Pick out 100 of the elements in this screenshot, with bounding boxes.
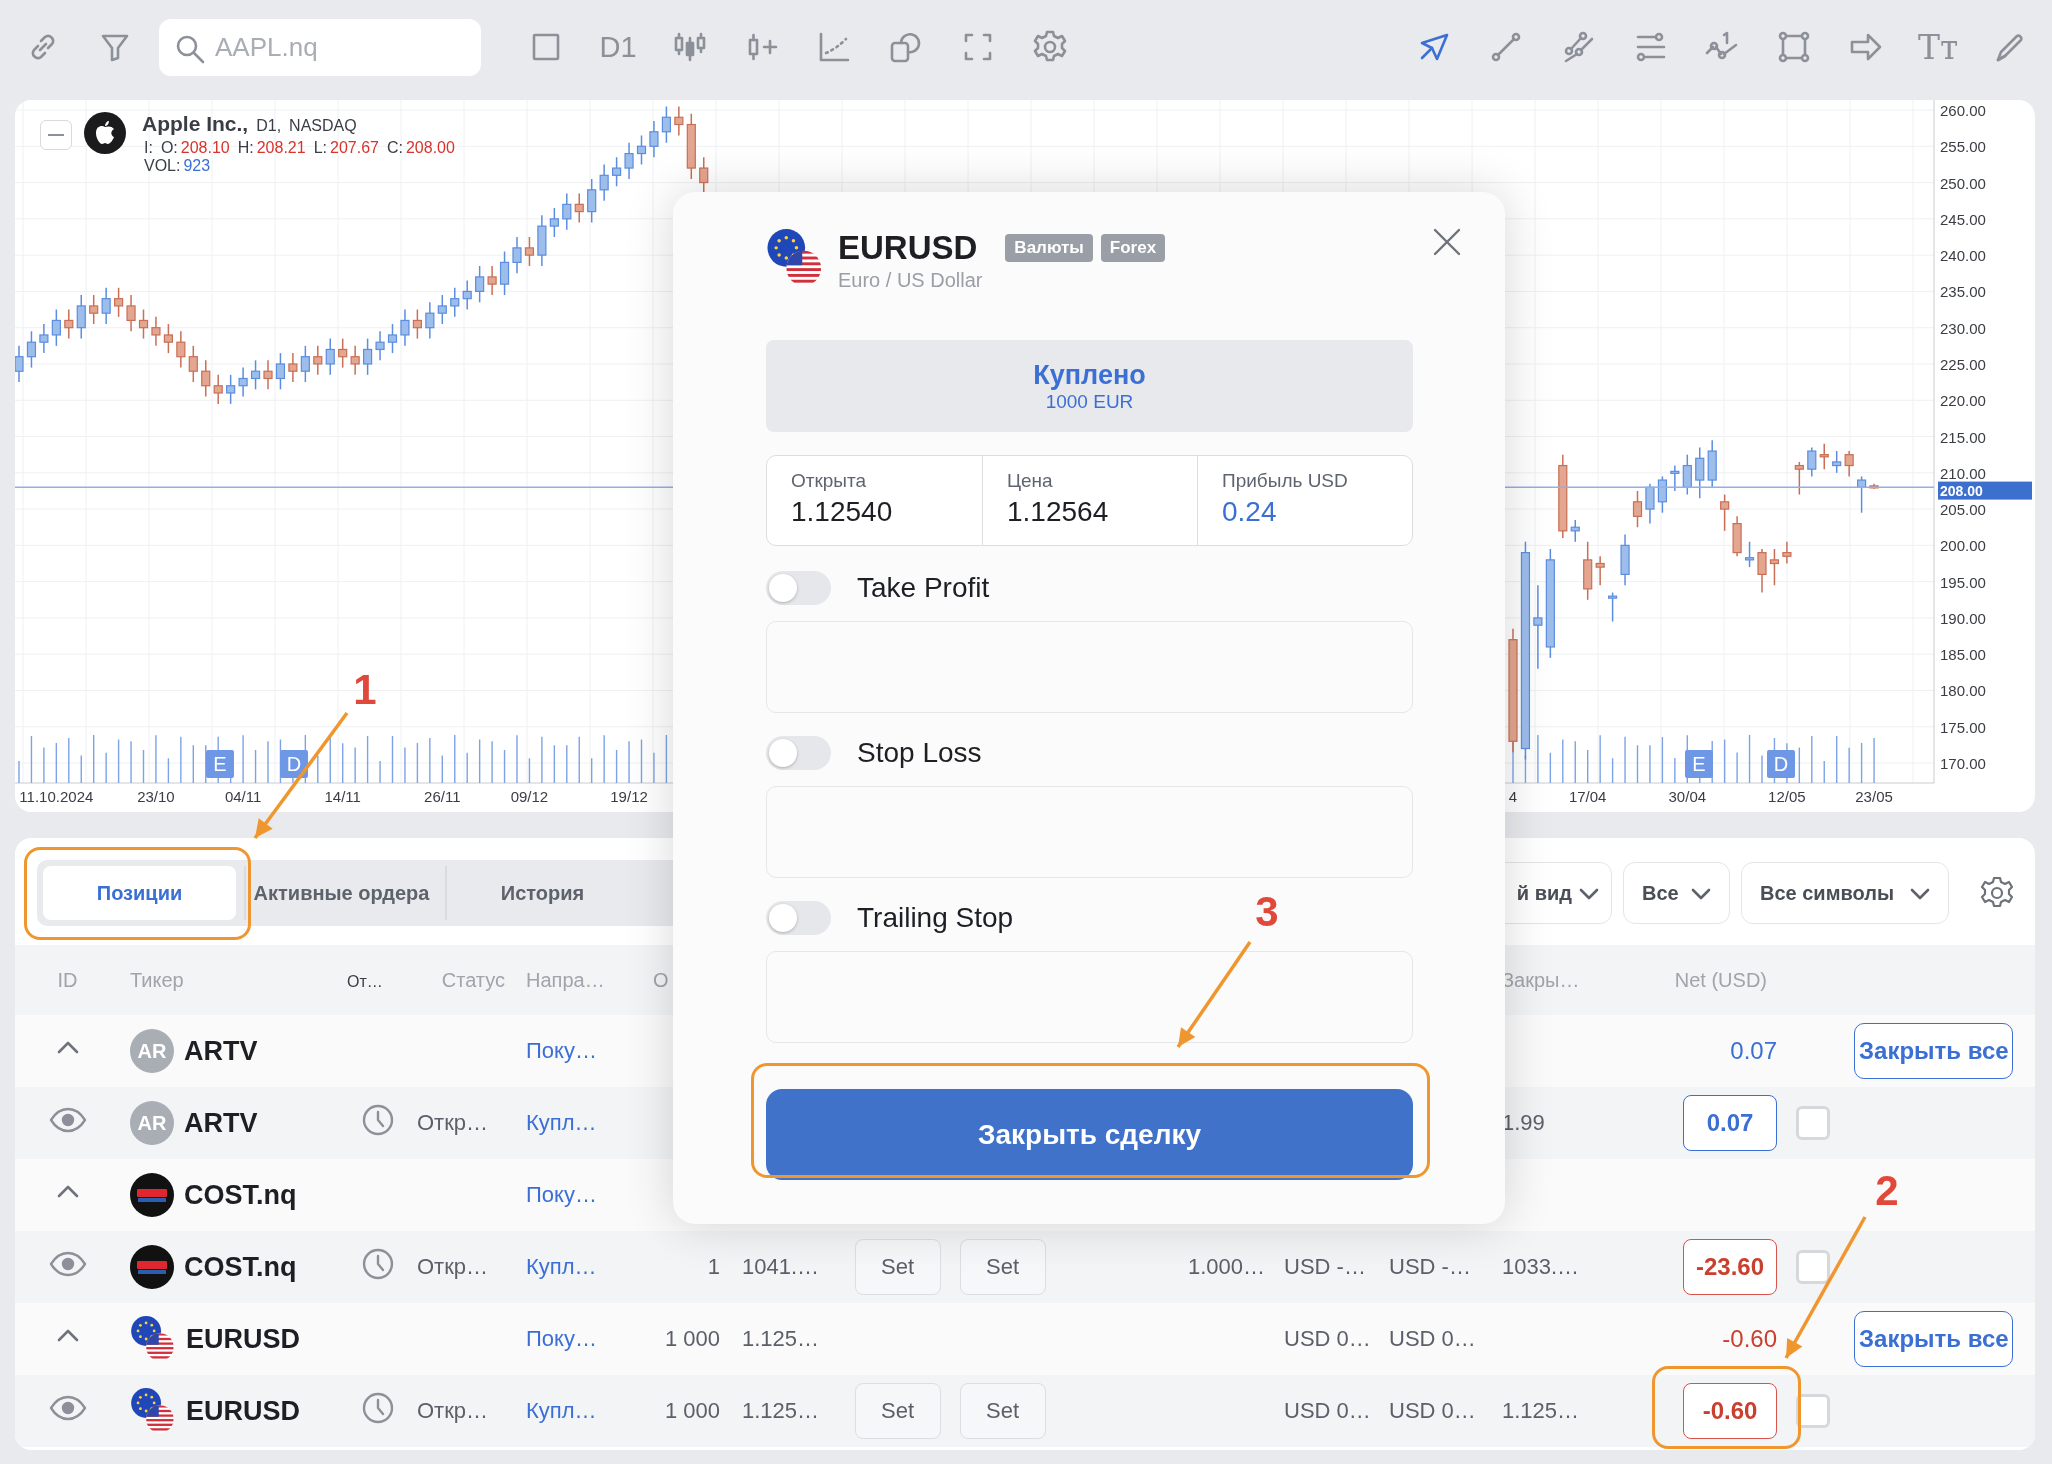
candlestick xyxy=(674,105,684,137)
direction-text: Поку… xyxy=(525,1326,598,1352)
column-header[interactable]: От… xyxy=(345,972,410,991)
ticker-name: ARTV xyxy=(184,1107,258,1139)
toggle-switch[interactable] xyxy=(766,736,831,770)
price-label: 190.00 xyxy=(1940,609,1986,627)
price-label: 250.00 xyxy=(1940,174,1986,192)
tab[interactable]: История xyxy=(445,866,638,920)
filter-dropdown[interactable]: Все символы xyxy=(1741,862,1949,924)
candlestick xyxy=(363,337,373,376)
search-field[interactable]: AAPL.nq xyxy=(159,18,481,76)
close-all-button[interactable]: Закрыть все xyxy=(1854,1023,2013,1079)
candlestick xyxy=(126,294,136,333)
candlestick xyxy=(1632,490,1643,528)
net-value: -0.60 xyxy=(1683,1383,1777,1439)
price-label: 200.00 xyxy=(1940,536,1986,554)
candlestick xyxy=(599,163,609,202)
candlestick xyxy=(288,352,298,383)
side-amount: 1000 EUR xyxy=(1045,390,1134,413)
candlestick xyxy=(313,345,323,376)
status-text: Откр… xyxy=(416,1398,490,1424)
toggle-switch[interactable] xyxy=(766,571,831,605)
side-label: Куплено xyxy=(1033,359,1146,391)
category-tag: Валюты xyxy=(1005,234,1093,262)
price-label: 175.00 xyxy=(1940,718,1986,736)
checkbox[interactable] xyxy=(1795,1394,1830,1428)
candlestick xyxy=(699,156,709,195)
date-label: 23/10 xyxy=(137,788,175,805)
toggle-switch[interactable] xyxy=(766,901,831,935)
timeframe-button[interactable]: D1 xyxy=(598,30,638,64)
candlestick xyxy=(574,192,584,224)
table-cell-text: USD 0… xyxy=(1388,1398,1477,1424)
ticker-name: EURUSD xyxy=(186,1323,300,1355)
set-button[interactable]: Set xyxy=(854,1239,941,1295)
input-field[interactable] xyxy=(766,951,1413,1043)
direction-text: Купл… xyxy=(525,1398,598,1424)
date-label: 09/12 xyxy=(510,788,549,805)
net-value: -0.60 xyxy=(1722,1325,1778,1353)
candlestick xyxy=(1794,461,1804,496)
candlestick xyxy=(1682,453,1692,496)
candlestick xyxy=(499,250,510,296)
candlestick xyxy=(76,294,86,340)
candlestick xyxy=(89,294,99,325)
price-label: 215.00 xyxy=(1940,428,1986,445)
table-cell-text: 1 000 xyxy=(664,1326,721,1352)
collapse-button[interactable] xyxy=(40,120,72,150)
candlestick xyxy=(512,236,522,275)
table-cell-text: 1.99 xyxy=(1501,1110,1546,1136)
toggle-label: Trailing Stop xyxy=(857,902,1014,934)
ticker-name: COST.nq xyxy=(184,1179,297,1211)
price-label: 225.00 xyxy=(1940,355,1986,373)
price-label: 210.00 xyxy=(1940,464,1986,482)
checkbox[interactable] xyxy=(1795,1250,1830,1284)
candlestick xyxy=(101,287,111,325)
close-all-button[interactable]: Закрыть все xyxy=(1854,1311,2013,1367)
candlestick xyxy=(1533,584,1543,670)
candlestick xyxy=(1645,482,1655,525)
event-marker[interactable]: D xyxy=(1767,750,1795,778)
candlestick xyxy=(425,301,435,340)
toggle-label: Take Profit xyxy=(857,572,990,604)
table-cell-text: USD 0… xyxy=(1283,1326,1372,1352)
filter-dropdown[interactable]: Все xyxy=(1623,862,1730,924)
ticker-avatar: AR xyxy=(130,1101,174,1145)
symbol-name: Apple Inc., xyxy=(142,112,249,136)
ohlc-label: O: xyxy=(160,139,178,157)
price-label: 230.00 xyxy=(1940,319,1986,337)
candlestick xyxy=(238,366,248,398)
tab[interactable]: Активные ордера xyxy=(244,866,437,920)
close-deal-button[interactable]: Закрыть сделку xyxy=(766,1089,1413,1180)
candlestick xyxy=(1832,450,1842,474)
set-button[interactable]: Set xyxy=(959,1239,1046,1295)
candlestick xyxy=(138,308,149,340)
date-label: 26/11 xyxy=(424,788,461,805)
net-value: 0.07 xyxy=(1683,1095,1777,1151)
event-marker[interactable]: E xyxy=(1685,750,1713,778)
candlestick xyxy=(300,345,310,383)
candlestick xyxy=(1769,548,1780,587)
candlestick xyxy=(524,236,535,267)
text-tool-button[interactable]: Tт xyxy=(1918,27,1958,67)
date-label: 04/11 xyxy=(224,788,262,805)
candlestick xyxy=(176,330,186,369)
candlestick xyxy=(437,294,447,325)
ohlc-value: 207.67 xyxy=(330,139,379,157)
table-cell-text: USD -… xyxy=(1388,1254,1472,1280)
tab[interactable]: Позиции xyxy=(43,866,236,920)
set-button[interactable]: Set xyxy=(854,1383,941,1439)
price-label: 220.00 xyxy=(1940,391,1986,409)
table-cell-text: USD -… xyxy=(1283,1254,1367,1280)
event-marker[interactable]: D xyxy=(280,750,308,778)
set-button[interactable]: Set xyxy=(959,1383,1046,1439)
event-marker[interactable]: E xyxy=(206,750,234,778)
checkbox[interactable] xyxy=(1795,1106,1830,1140)
candlestick xyxy=(1695,446,1705,499)
candlestick xyxy=(201,359,211,398)
candlestick xyxy=(51,308,61,347)
candlestick xyxy=(188,345,198,383)
date-label: 30/04 xyxy=(1668,788,1707,805)
candlestick xyxy=(450,287,460,318)
timeframe-label: D1, xyxy=(256,117,282,135)
candlestick xyxy=(226,374,236,405)
